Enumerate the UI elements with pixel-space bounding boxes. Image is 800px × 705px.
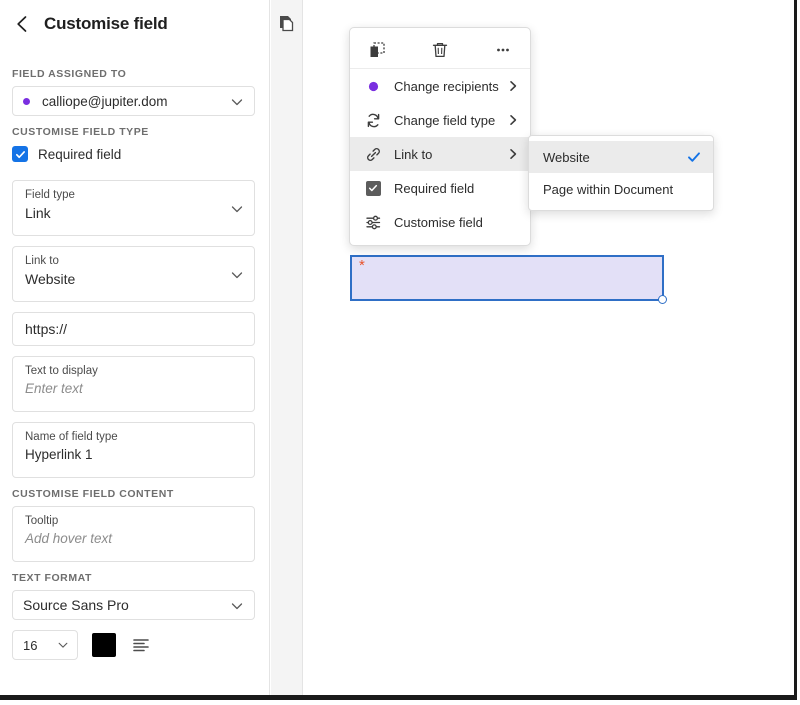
menu-item-label: Customise field: [394, 214, 483, 230]
menu-item-label: Required field: [394, 180, 475, 196]
menu-item-label: Link to: [394, 146, 433, 162]
checkmark-glyph: [688, 152, 700, 162]
required-asterisk: *: [359, 257, 365, 274]
swap-glyph: [367, 113, 379, 127]
menu-item-label: Change recipients: [394, 78, 499, 94]
required-field-label: Required field: [38, 146, 122, 162]
chain-glyph: [366, 147, 380, 161]
checkmark-icon: [15, 150, 25, 158]
font-family-value: Source Sans Pro: [23, 597, 129, 613]
text-format-toolbar: 16: [12, 630, 269, 660]
link-to-submenu: Website Page within Document: [528, 135, 714, 211]
name-of-field-type-input[interactable]: Name of field type Hyperlink 1: [12, 422, 255, 478]
duplicate-field-icon[interactable]: [364, 37, 390, 63]
trash-icon[interactable]: [427, 37, 453, 63]
field-type-label: Field type: [25, 189, 75, 201]
page-title: Customise field: [44, 14, 168, 33]
menu-item-label: Change field type: [394, 112, 496, 128]
link-to-label: Link to: [25, 255, 59, 267]
tooltip-label: Tooltip: [25, 515, 59, 527]
customise-field-sidebar: Customise field FIELD ASSIGNED TO callio…: [0, 0, 270, 695]
align-left-glyph: [133, 639, 149, 652]
text-align-left-icon[interactable]: [130, 634, 152, 656]
text-to-display-placeholder: Enter text: [25, 381, 83, 396]
font-size-dropdown[interactable]: 16: [12, 630, 78, 660]
link-chain-icon: [364, 146, 382, 163]
duplicate-glyph: [370, 42, 385, 57]
chevron-down-icon: [231, 99, 243, 106]
dot-glyph: [368, 81, 378, 91]
chevron-right-icon: [506, 147, 520, 161]
menu-item-link-to[interactable]: Link to: [350, 137, 530, 171]
link-to-dropdown[interactable]: Link to Website: [12, 246, 255, 302]
back-button[interactable]: [12, 14, 32, 34]
resize-handle[interactable]: [658, 295, 667, 304]
font-color-swatch[interactable]: [92, 633, 116, 657]
checkbox-checked-icon: [12, 146, 28, 162]
tooltip-placeholder: Add hover text: [25, 531, 113, 546]
required-field-toggle[interactable]: Required field: [12, 144, 269, 164]
checkmark-icon: [687, 150, 701, 164]
chevron-down-icon: [231, 603, 243, 610]
submenu-item-label: Page within Document: [543, 181, 674, 197]
section-label-field-assigned-to: FIELD ASSIGNED TO: [12, 68, 127, 80]
menu-item-customise-field[interactable]: Customise field: [350, 205, 530, 239]
recipient-dot-icon: [364, 81, 382, 92]
recipient-dropdown[interactable]: calliope@jupiter.dom: [12, 86, 255, 116]
section-label-customise-field-type: CUSTOMISE FIELD TYPE: [12, 126, 149, 138]
pages-glyph: [279, 16, 293, 32]
submenu-item-page-within-document[interactable]: Page within Document: [529, 173, 713, 205]
chevron-right-glyph: [510, 81, 517, 91]
recipient-dot-icon: [23, 97, 30, 105]
section-label-text-format: TEXT FORMAT: [12, 572, 92, 584]
chevron-down-icon: [231, 206, 243, 213]
url-input[interactable]: https://: [12, 312, 255, 346]
chevron-down-icon: [58, 642, 68, 648]
document-canvas: * Change recipients Change field type Li…: [304, 0, 794, 695]
name-of-field-type-value: Hyperlink 1: [25, 447, 93, 462]
text-to-display-input[interactable]: Text to display Enter text: [12, 356, 255, 412]
checkbox-checked-icon: [364, 180, 382, 196]
section-label-customise-field-content: CUSTOMISE FIELD CONTENT: [12, 488, 174, 500]
text-to-display-label: Text to display: [25, 365, 98, 377]
trash-glyph: [432, 42, 448, 58]
chevron-right-icon: [506, 113, 520, 127]
field-context-menu: Change recipients Change field type Link…: [349, 27, 531, 246]
menu-item-change-recipients[interactable]: Change recipients: [350, 69, 530, 103]
chevron-left-icon: [17, 16, 27, 32]
more-options-icon[interactable]: [490, 37, 516, 63]
context-menu-toolbar: [350, 32, 530, 69]
ellipsis-glyph: [497, 48, 509, 52]
checkmark-icon: [368, 184, 378, 192]
submenu-item-website[interactable]: Website: [529, 141, 713, 173]
document-form-field[interactable]: *: [350, 255, 667, 304]
menu-item-change-field-type[interactable]: Change field type: [350, 103, 530, 137]
font-size-value: 16: [23, 637, 38, 653]
sliders-icon: [364, 214, 382, 231]
recipient-value: calliope@jupiter.dom: [42, 93, 168, 109]
submenu-item-label: Website: [543, 149, 590, 165]
chevron-right-icon: [506, 79, 520, 93]
chevron-right-glyph: [510, 115, 517, 125]
chevron-down-icon: [231, 272, 243, 279]
sliders-glyph: [365, 215, 380, 229]
swap-arrows-icon: [364, 112, 382, 129]
tooltip-input[interactable]: Tooltip Add hover text: [12, 506, 255, 562]
font-family-dropdown[interactable]: Source Sans Pro: [12, 590, 255, 620]
name-of-field-type-label: Name of field type: [25, 431, 118, 443]
checkbox-box: [365, 180, 381, 196]
sidebar-header: Customise field: [0, 0, 269, 48]
menu-item-required-field[interactable]: Required field: [350, 171, 530, 205]
pages-thumbnail-icon[interactable]: [276, 12, 298, 34]
url-input-value: https://: [25, 321, 68, 337]
field-type-value: Link: [25, 205, 51, 221]
chevron-right-glyph: [510, 149, 517, 159]
left-rail: [271, 0, 303, 695]
link-to-value: Website: [25, 271, 76, 287]
field-type-dropdown[interactable]: Field type Link: [12, 180, 255, 236]
application-window: Customise field FIELD ASSIGNED TO callio…: [0, 0, 797, 700]
